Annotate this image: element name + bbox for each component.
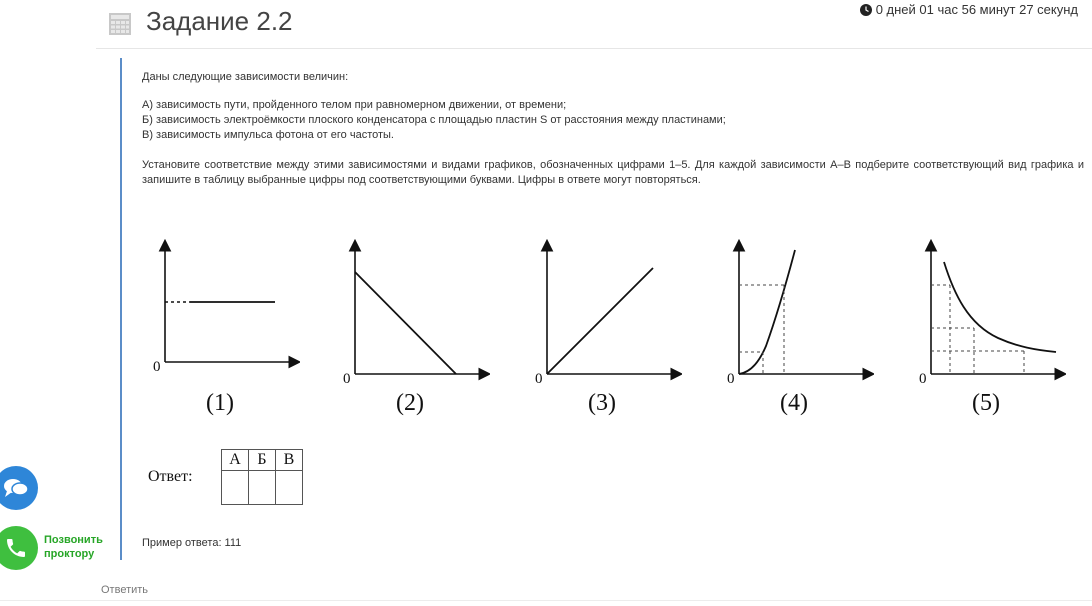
countdown-timer: 0 дней 01 час 56 минут 27 секунд xyxy=(859,2,1078,17)
answer-button[interactable]: Ответить xyxy=(101,584,148,596)
graphs-figure: 0 (1) 0 (2) 0 (3) 0 (4) 0 (5) xyxy=(140,228,1080,428)
answer-label: Ответ: xyxy=(148,468,193,485)
graph-1-origin: 0 xyxy=(153,359,161,375)
chat-icon xyxy=(4,479,29,497)
answer-column-c: В xyxy=(275,449,303,471)
answer-cell-b xyxy=(248,470,276,505)
graph-5: 0 (5) xyxy=(906,228,1068,428)
task-item-b: Б) зависимость электроёмкости плоского к… xyxy=(142,114,726,126)
graph-5-origin: 0 xyxy=(919,371,927,387)
graph-2-origin: 0 xyxy=(343,371,351,387)
call-proctor-line-2: проктору xyxy=(44,548,95,560)
call-proctor-line-1: Позвонить xyxy=(44,534,103,546)
task-item-c: В) зависимость импульса фотона от его ча… xyxy=(142,129,394,141)
graph-1: 0 (1) xyxy=(140,228,302,428)
graph-3-origin: 0 xyxy=(535,371,543,387)
graph-2-label: (2) xyxy=(396,390,424,416)
question-accent-line xyxy=(120,58,122,560)
answer-column-b: Б xyxy=(248,449,276,471)
page-title: Задание 2.2 xyxy=(146,6,293,36)
graph-5-label: (5) xyxy=(972,390,1000,416)
chat-button[interactable] xyxy=(0,466,38,510)
answer-cell-c xyxy=(275,470,303,505)
clock-icon xyxy=(859,3,872,16)
question-text: Даны следующие зависимости величин: А) з… xyxy=(142,70,1084,188)
answer-column-a: А xyxy=(221,449,249,471)
graph-4: 0 (4) xyxy=(714,228,876,428)
answer-cell-a xyxy=(221,470,249,505)
graph-4-label: (4) xyxy=(780,390,808,416)
task-item-a: А) зависимость пути, пройденного телом п… xyxy=(142,99,567,111)
timer-text: 0 дней 01 час 56 минут 27 секунд xyxy=(875,2,1078,17)
page-header: Задание 2.2 0 дней 01 час 56 минут 27 се… xyxy=(0,0,1092,48)
task-instruction: Установите соответствие между этими зави… xyxy=(142,159,1084,186)
graph-3-plot: 0 xyxy=(535,238,684,387)
answer-example: Пример ответа: 111 xyxy=(142,537,242,549)
calculator-icon xyxy=(109,13,131,35)
graph-4-origin: 0 xyxy=(727,371,735,387)
call-proctor-button[interactable] xyxy=(0,526,38,570)
graph-4-plot: 0 xyxy=(727,238,876,387)
phone-icon xyxy=(7,539,25,557)
footer-divider xyxy=(0,600,1092,601)
graph-2-plot: 0 xyxy=(343,238,492,387)
task-intro: Даны следующие зависимости величин: xyxy=(142,71,349,83)
graph-1-label: (1) xyxy=(206,390,234,416)
graph-3-label: (3) xyxy=(588,390,616,416)
graph-5-plot: 0 xyxy=(919,238,1068,387)
graph-3: 0 (3) xyxy=(522,228,684,428)
header-divider xyxy=(96,48,1092,49)
call-proctor-label[interactable]: Позвонить проктору xyxy=(44,533,114,561)
graph-1-plot: 0 xyxy=(153,238,302,375)
graph-2: 0 (2) xyxy=(330,228,492,428)
answer-table: А Б В xyxy=(221,449,303,505)
